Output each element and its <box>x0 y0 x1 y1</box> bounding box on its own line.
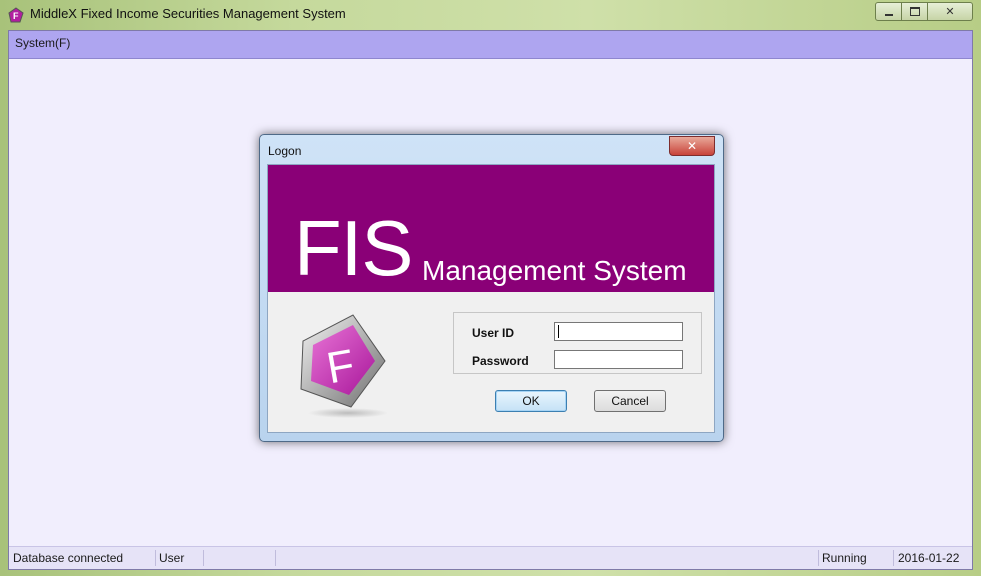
product-banner: FIS Management System <box>268 165 714 292</box>
maximize-button[interactable] <box>902 2 928 21</box>
cancel-button[interactable]: Cancel <box>594 390 666 412</box>
user-id-label: User ID <box>472 326 515 340</box>
app-logo-icon: F <box>8 7 24 23</box>
status-divider <box>818 550 819 566</box>
status-date: 2016-01-22 <box>898 551 960 565</box>
password-input[interactable] <box>554 350 683 369</box>
status-db: Database connected <box>13 551 124 565</box>
menu-bar: System(F) <box>9 31 972 59</box>
maximize-icon <box>909 7 920 16</box>
dialog-body: FIS Management System F User ID Password… <box>267 164 715 433</box>
status-bar: Database connected User Running 2016-01-… <box>9 546 972 569</box>
svg-text:F: F <box>13 11 19 21</box>
fis-logo-icon: F <box>300 314 388 418</box>
dialog-close-button[interactable]: ✕ <box>669 136 715 156</box>
caption-buttons: ✕ <box>875 2 973 21</box>
user-id-input[interactable] <box>554 322 683 341</box>
status-user: User <box>159 551 185 565</box>
status-state: Running <box>822 551 867 565</box>
close-button[interactable]: ✕ <box>928 2 973 21</box>
status-divider <box>275 550 276 566</box>
logon-dialog: Logon ✕ FIS Management System F User ID … <box>259 134 724 442</box>
status-divider <box>893 550 894 566</box>
main-window: F MiddleX Fixed Income Securities Manage… <box>0 0 981 576</box>
credentials-group: User ID Password <box>453 312 702 374</box>
banner-title: FIS <box>294 204 413 292</box>
banner-subtitle: Management System <box>422 255 687 286</box>
close-icon: ✕ <box>686 139 698 153</box>
minimize-icon <box>884 13 893 16</box>
window-title: MiddleX Fixed Income Securities Manageme… <box>30 6 346 21</box>
text-caret <box>558 325 559 338</box>
close-icon: ✕ <box>945 5 955 18</box>
minimize-button[interactable] <box>875 2 902 21</box>
title-bar[interactable]: F MiddleX Fixed Income Securities Manage… <box>0 0 981 30</box>
menu-item-system[interactable]: System(F) <box>15 36 70 50</box>
status-divider <box>155 550 156 566</box>
password-label: Password <box>472 354 529 368</box>
status-divider <box>203 550 204 566</box>
dialog-title: Logon <box>268 144 302 158</box>
ok-button[interactable]: OK <box>495 390 567 412</box>
